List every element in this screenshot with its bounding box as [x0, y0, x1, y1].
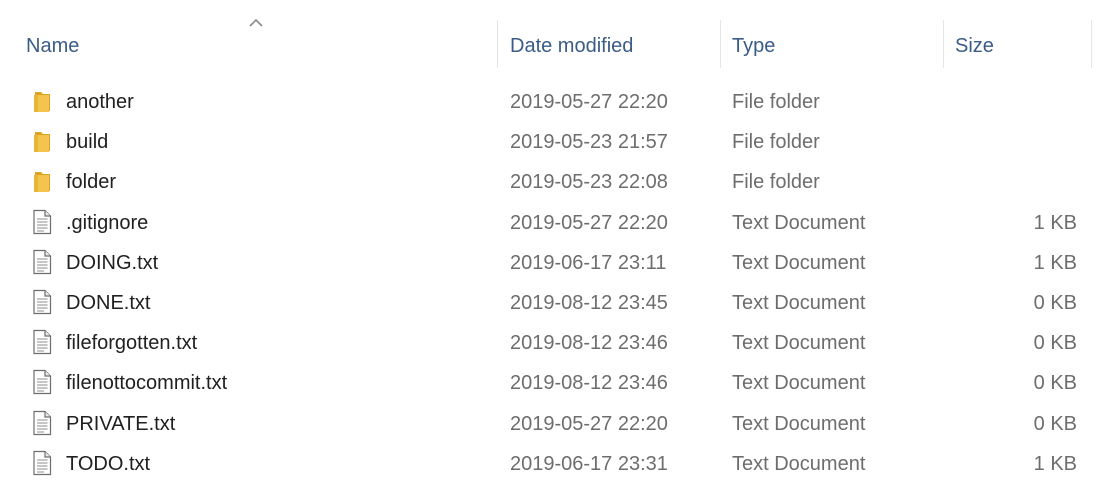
column-divider[interactable] — [1091, 20, 1092, 68]
file-name[interactable]: build — [66, 122, 108, 162]
file-size: 1 KB — [1033, 452, 1077, 475]
column-divider[interactable] — [497, 20, 498, 68]
file-type: Text Document — [732, 211, 866, 234]
file-row[interactable]: DOING.txt 2019-06-17 23:11 Text Document 1 … — [0, 243, 1097, 283]
file-name[interactable]: filenottocommit.txt — [66, 363, 227, 403]
column-header-date-modified[interactable]: Date modified — [510, 20, 710, 68]
folder-icon — [34, 172, 50, 193]
file-size: 0 KB — [1033, 291, 1077, 314]
file-size: 0 KB — [1033, 332, 1077, 355]
file-date-modified: 2019-06-17 23:11 — [510, 251, 667, 274]
text-document-icon — [33, 450, 52, 475]
column-header-bar: Name Date modified Type Size — [0, 0, 1097, 70]
file-type: Text Document — [732, 251, 866, 274]
file-row[interactable]: TODO.txt 2019-06-17 23:31 Text Document 1 K… — [0, 444, 1097, 484]
folder-icon — [34, 132, 50, 153]
file-row[interactable]: PRIVATE.txt 2019-05-27 22:20 Text Document… — [0, 404, 1097, 444]
file-row[interactable]: filenottocommit.txt 2019-08-12 23:46 Text … — [0, 363, 1097, 403]
file-date-modified: 2019-05-23 22:08 — [510, 171, 668, 194]
column-divider[interactable] — [943, 20, 944, 68]
file-type: Text Document — [732, 412, 866, 435]
file-date-modified: 2019-05-27 22:20 — [510, 91, 668, 113]
file-name[interactable]: folder — [66, 162, 116, 202]
text-document-icon — [33, 410, 52, 435]
file-type: Text Document — [732, 332, 866, 355]
column-divider[interactable] — [720, 20, 721, 68]
text-document-icon — [33, 289, 52, 315]
text-document-icon — [33, 330, 52, 355]
file-type: File folder — [732, 91, 820, 113]
file-row[interactable]: folder 2019-05-23 22:08 File folder — [0, 162, 1097, 202]
text-document-icon — [33, 249, 52, 274]
file-row[interactable]: another 2019-05-27 22:20 File folder — [0, 82, 1097, 122]
file-type: File folder — [732, 171, 820, 194]
file-date-modified: 2019-08-12 23:46 — [510, 332, 668, 355]
file-name[interactable]: PRIVATE.txt — [66, 404, 175, 444]
file-date-modified: 2019-05-27 22:20 — [510, 211, 668, 234]
file-size: 1 KB — [1033, 251, 1077, 274]
file-name[interactable]: fileforgotten.txt — [66, 323, 197, 363]
file-date-modified: 2019-06-17 23:31 — [510, 452, 668, 475]
folder-icon — [34, 92, 50, 112]
file-name[interactable]: another — [66, 82, 134, 122]
file-list-view: Name Date modified Type Size another 2019… — [0, 0, 1097, 483]
file-row[interactable]: fileforgotten.txt 2019-08-12 23:46 Text Do… — [0, 323, 1097, 363]
file-date-modified: 2019-05-27 22:20 — [510, 412, 668, 435]
file-size: 0 KB — [1033, 372, 1077, 395]
file-size: 0 KB — [1033, 412, 1077, 435]
file-row[interactable]: build 2019-05-23 21:57 File folder — [0, 122, 1097, 162]
file-name[interactable]: DONE.txt — [66, 283, 150, 323]
column-header-type[interactable]: Type — [732, 20, 932, 68]
file-rows: another 2019-05-27 22:20 File folder build… — [0, 82, 1097, 484]
file-type: Text Document — [732, 372, 866, 395]
file-name[interactable]: DOING.txt — [66, 243, 158, 283]
file-type: File folder — [732, 131, 820, 154]
file-type: Text Document — [732, 452, 866, 475]
file-date-modified: 2019-08-12 23:45 — [510, 291, 668, 314]
column-header-size[interactable]: Size — [955, 20, 1085, 68]
file-row[interactable]: DONE.txt 2019-08-12 23:45 Text Document 0 K… — [0, 283, 1097, 323]
file-name[interactable]: TODO.txt — [66, 444, 150, 484]
file-row[interactable]: .gitignore 2019-05-27 22:20 Text Document 1… — [0, 203, 1097, 243]
file-date-modified: 2019-05-23 21:57 — [510, 131, 668, 154]
column-header-name[interactable]: Name — [26, 20, 486, 68]
file-size: 1 KB — [1033, 211, 1077, 234]
file-date-modified: 2019-08-12 23:46 — [510, 372, 668, 395]
text-document-icon — [33, 370, 52, 395]
text-document-icon — [33, 209, 52, 234]
file-type: Text Document — [732, 291, 866, 314]
file-name[interactable]: .gitignore — [66, 203, 148, 243]
